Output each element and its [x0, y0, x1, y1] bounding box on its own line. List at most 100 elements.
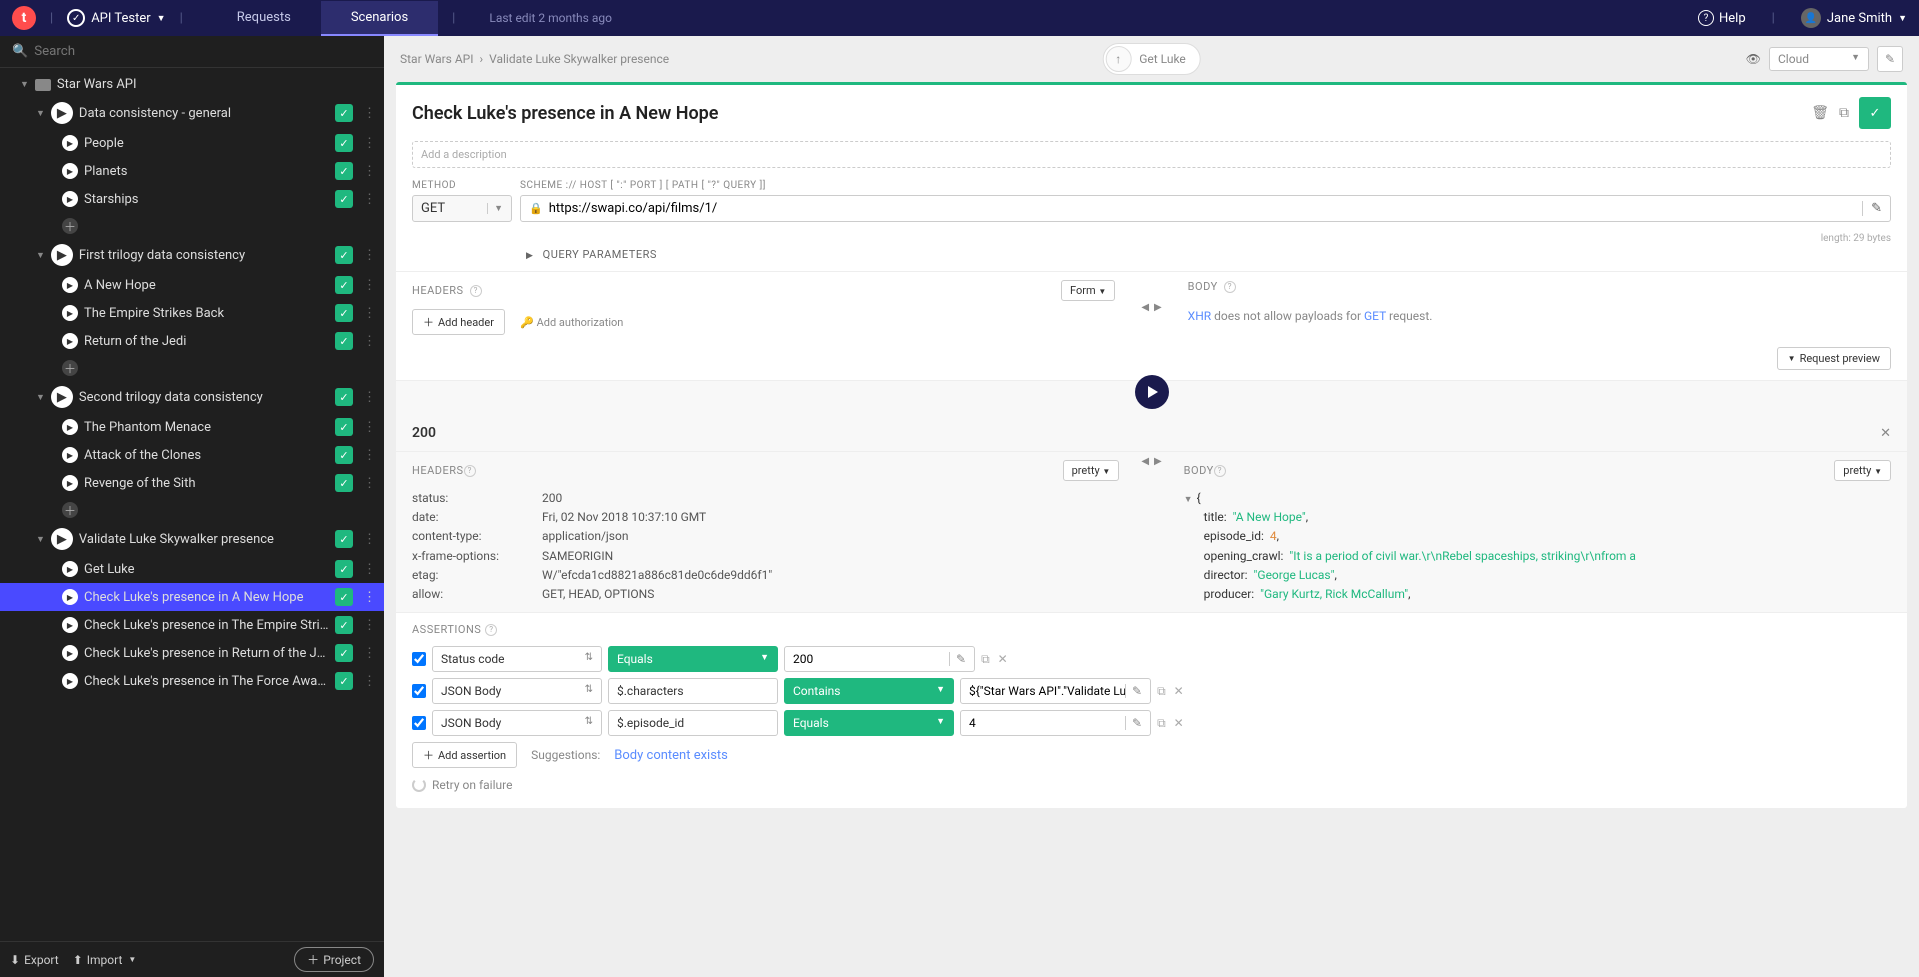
add-authorization-button[interactable]: 🔑 Add authorization: [520, 316, 623, 329]
request-preview-button[interactable]: ▼ Request preview: [1777, 347, 1891, 370]
remove-icon[interactable]: ✕: [998, 652, 1008, 667]
remove-icon[interactable]: ✕: [1174, 684, 1184, 699]
tree-item[interactable]: ▶Attack of the Clones✓⋮: [0, 441, 384, 469]
breadcrumb-scenario[interactable]: Validate Luke Skywalker presence: [489, 52, 669, 66]
more-icon[interactable]: ⋮: [363, 646, 376, 661]
prev-step-pill[interactable]: ↑ Get Luke: [1102, 43, 1201, 75]
play-icon[interactable]: ▶: [62, 617, 78, 633]
method-select[interactable]: GET ▼: [412, 195, 512, 222]
play-icon[interactable]: ▶: [51, 102, 73, 124]
close-response-button[interactable]: ✕: [1880, 426, 1891, 441]
assertion-source-select[interactable]: JSON Body⇅: [432, 678, 602, 704]
play-icon[interactable]: ▶: [51, 244, 73, 266]
tree-group[interactable]: ▼▶Second trilogy data consistency✓⋮: [0, 381, 384, 413]
more-icon[interactable]: ⋮: [363, 562, 376, 577]
tree-item[interactable]: ▶Check Luke's presence in The Empire Str…: [0, 611, 384, 639]
headers-view-select[interactable]: pretty ▼: [1063, 460, 1120, 481]
url-edit-button[interactable]: ✎: [1862, 201, 1882, 216]
more-icon[interactable]: ⋮: [363, 590, 376, 605]
more-icon[interactable]: ⋮: [363, 164, 376, 179]
play-icon[interactable]: ▶: [51, 528, 73, 550]
tree-item[interactable]: ▶A New Hope✓⋮: [0, 271, 384, 299]
assertion-path-input[interactable]: $.characters: [608, 678, 778, 704]
play-icon[interactable]: ▶: [62, 333, 78, 349]
app-name-dropdown[interactable]: ✓ API Tester ▼: [67, 9, 165, 27]
suggestion-link[interactable]: Body content exists: [614, 748, 728, 763]
info-icon[interactable]: ?: [485, 624, 497, 636]
collapse-toggle[interactable]: ◀ ▶: [1135, 280, 1167, 335]
tab-scenarios[interactable]: Scenarios: [321, 1, 438, 36]
tab-requests[interactable]: Requests: [207, 1, 321, 36]
more-icon[interactable]: ⋮: [363, 248, 376, 263]
export-button[interactable]: ⬇Export: [10, 953, 59, 967]
search-input[interactable]: [34, 44, 372, 59]
more-icon[interactable]: ⋮: [363, 476, 376, 491]
play-icon[interactable]: ▶: [62, 163, 78, 179]
more-icon[interactable]: ⋮: [363, 192, 376, 207]
more-icon[interactable]: ⋮: [363, 334, 376, 349]
copy-icon[interactable]: ⧉: [1157, 684, 1166, 699]
info-icon[interactable]: ?: [1214, 465, 1226, 477]
copy-icon[interactable]: ⧉: [1157, 716, 1166, 731]
play-icon[interactable]: ▶: [62, 191, 78, 207]
tree-item[interactable]: ▶Planets✓⋮: [0, 157, 384, 185]
body-view-select[interactable]: pretty ▼: [1834, 460, 1891, 481]
tree-item[interactable]: ▶Check Luke's presence in Return of the …: [0, 639, 384, 667]
assertion-operator-select[interactable]: Contains▼: [784, 678, 954, 704]
assertion-operator-select[interactable]: Equals▼: [608, 646, 778, 672]
more-icon[interactable]: ⋮: [363, 106, 376, 121]
add-assertion-button[interactable]: ＋Add assertion: [412, 742, 517, 768]
app-logo[interactable]: t: [12, 6, 36, 30]
assertion-operator-select[interactable]: Equals▼: [784, 710, 954, 736]
play-icon[interactable]: ▶: [62, 419, 78, 435]
assertion-value-input[interactable]: ✎: [960, 710, 1151, 736]
info-icon[interactable]: ?: [1224, 281, 1236, 293]
description-input[interactable]: Add a description: [412, 141, 1891, 168]
pencil-icon[interactable]: ✎: [1125, 684, 1142, 698]
play-icon[interactable]: ▶: [62, 645, 78, 661]
assertion-value-input[interactable]: ✎: [784, 646, 975, 672]
user-menu[interactable]: 👤 Jane Smith ▼: [1801, 8, 1907, 28]
visibility-select[interactable]: Cloud ▼: [1769, 47, 1869, 71]
copy-button[interactable]: ⧉: [1839, 105, 1849, 121]
play-icon[interactable]: ▶: [62, 305, 78, 321]
copy-icon[interactable]: ⧉: [981, 652, 990, 667]
play-icon[interactable]: ▶: [62, 475, 78, 491]
retry-on-failure-toggle[interactable]: Retry on failure: [412, 778, 1891, 792]
assertion-enable-checkbox[interactable]: [412, 716, 426, 730]
tree-group[interactable]: ▼▶First trilogy data consistency✓⋮: [0, 239, 384, 271]
info-icon[interactable]: ?: [470, 285, 482, 297]
assertion-source-select[interactable]: Status code⇅: [432, 646, 602, 672]
save-button[interactable]: ✓: [1859, 97, 1891, 129]
tree-item[interactable]: ▶People✓⋮: [0, 129, 384, 157]
tree-item[interactable]: ▶Starships✓⋮: [0, 185, 384, 213]
collapse-toggle[interactable]: ◀ ▶: [1135, 452, 1167, 467]
more-icon[interactable]: ⋮: [363, 420, 376, 435]
tree-item[interactable]: ▶The Empire Strikes Back✓⋮: [0, 299, 384, 327]
delete-button[interactable]: 🗑: [1811, 105, 1829, 121]
more-icon[interactable]: ⋮: [363, 618, 376, 633]
play-icon[interactable]: ▶: [62, 277, 78, 293]
more-icon[interactable]: ⋮: [363, 532, 376, 547]
more-icon[interactable]: ⋮: [363, 136, 376, 151]
play-icon[interactable]: ▶: [62, 135, 78, 151]
pencil-icon[interactable]: ✎: [949, 652, 966, 666]
remove-icon[interactable]: ✕: [1174, 716, 1184, 731]
assertion-path-input[interactable]: $.episode_id: [608, 710, 778, 736]
query-params-toggle[interactable]: ▶ QUERY PARAMETERS: [396, 244, 1907, 271]
add-item-button[interactable]: ＋: [0, 497, 384, 523]
add-item-button[interactable]: ＋: [0, 355, 384, 381]
tree-item[interactable]: ▶The Phantom Menace✓⋮: [0, 413, 384, 441]
sidebar-search[interactable]: 🔍: [0, 36, 384, 68]
url-input[interactable]: [549, 201, 1856, 216]
add-item-button[interactable]: ＋: [0, 213, 384, 239]
tree-item[interactable]: ▶Check Luke's presence in The Force Awak…: [0, 667, 384, 695]
assertion-value-input[interactable]: ✎: [960, 678, 1151, 704]
assertion-enable-checkbox[interactable]: [412, 684, 426, 698]
tree-item[interactable]: ▶Return of the Jedi✓⋮: [0, 327, 384, 355]
tree-project[interactable]: ▼ Star Wars API: [0, 72, 384, 97]
add-header-button[interactable]: ＋Add header: [412, 309, 505, 335]
tree-item[interactable]: ▶Check Luke's presence in A New Hope✓⋮: [0, 583, 384, 611]
tree-item[interactable]: ▶Revenge of the Sith✓⋮: [0, 469, 384, 497]
more-icon[interactable]: ⋮: [363, 306, 376, 321]
